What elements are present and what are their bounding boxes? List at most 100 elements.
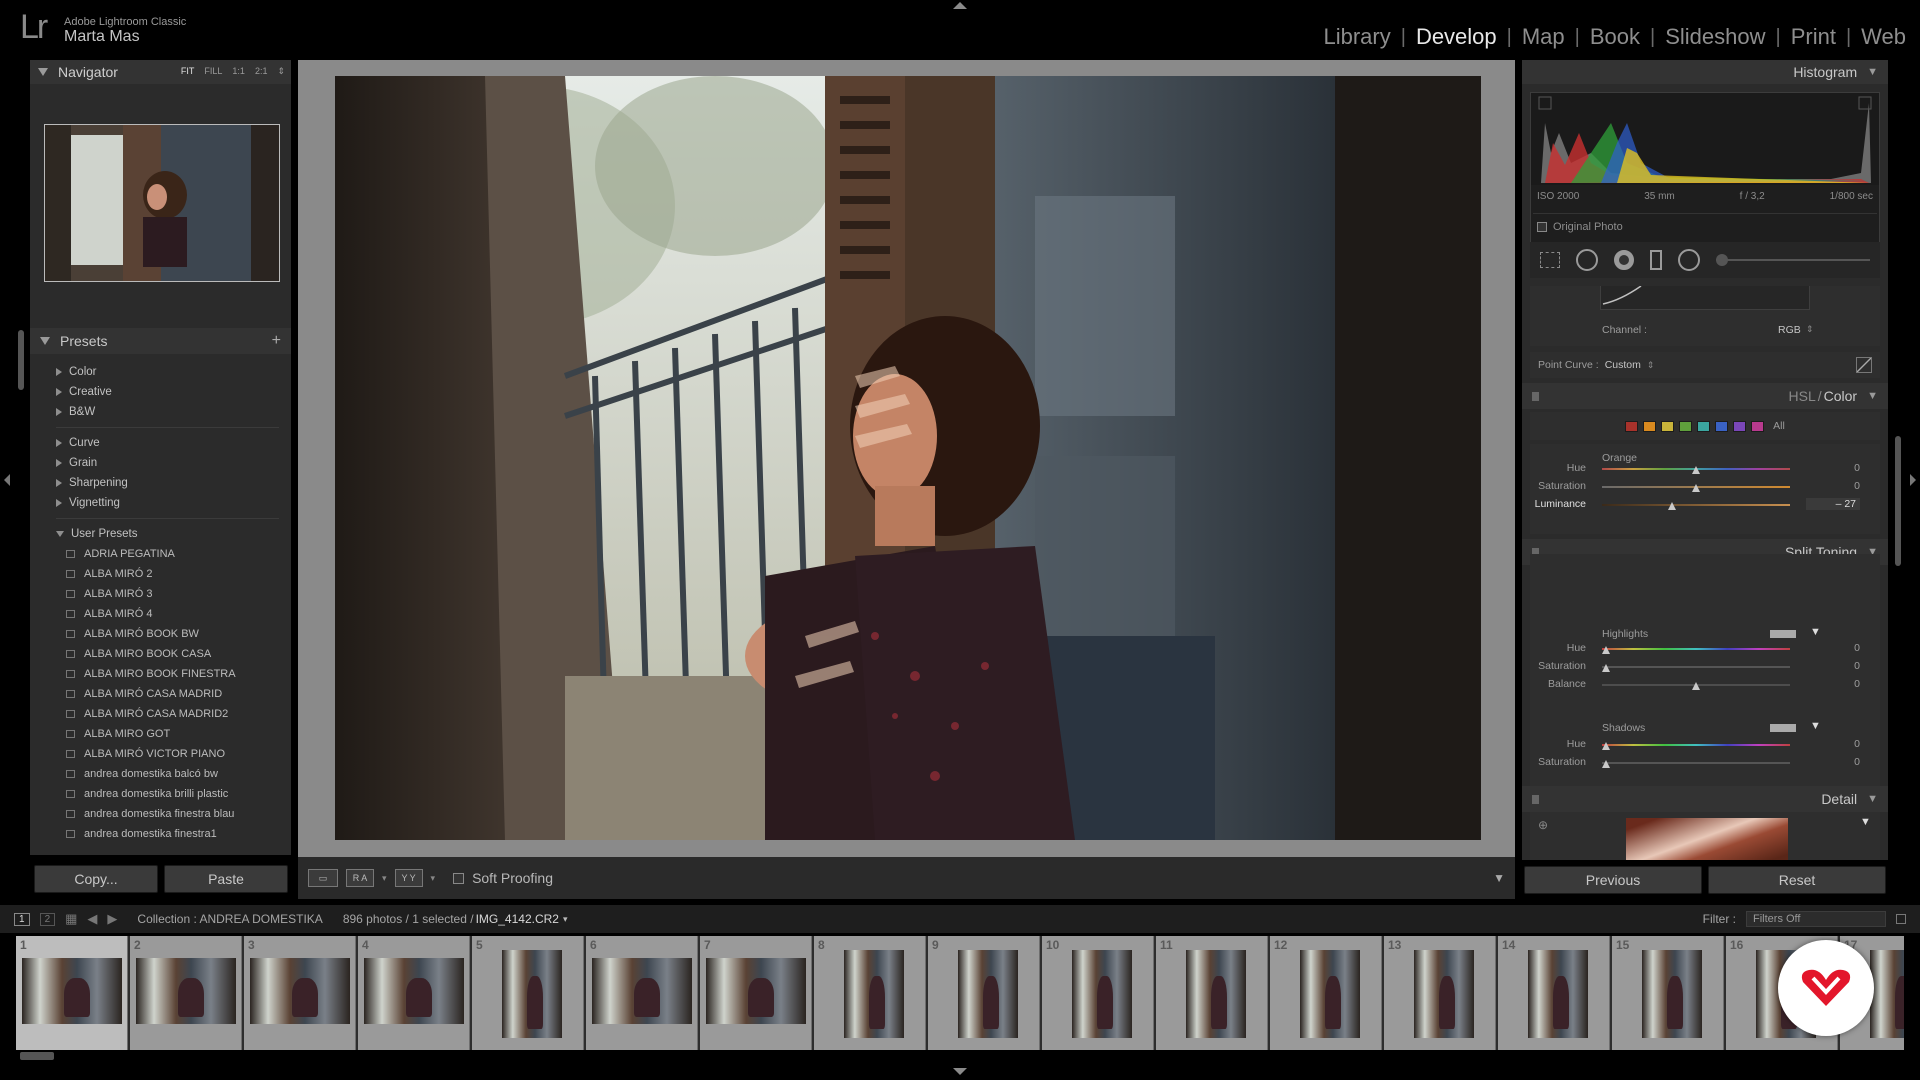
paste-button[interactable]: Paste	[164, 865, 288, 893]
filmstrip-thumbnail[interactable]: 10	[1042, 936, 1154, 1050]
user-presets-folder[interactable]: User Presets	[30, 524, 291, 544]
panel-toggle-switch-icon[interactable]	[1532, 794, 1539, 804]
collapse-triangle-icon[interactable]: ▼	[1867, 66, 1878, 78]
preset-folder[interactable]: B&W	[30, 402, 291, 422]
slider-thumb[interactable]	[1667, 502, 1676, 510]
user-preset-item[interactable]: andrea domestika finestra blau	[30, 804, 291, 824]
user-preset-item[interactable]: andrea domestika finestra1	[30, 824, 291, 844]
reset-button[interactable]: Reset	[1708, 866, 1886, 894]
module-slideshow[interactable]: Slideshow	[1655, 24, 1775, 50]
secondary-window-button[interactable]: 2	[39, 912, 56, 926]
filter-select[interactable]: Filters Off	[1746, 911, 1886, 927]
slider-value[interactable]: – 27	[1806, 498, 1860, 510]
collapse-triangle-icon[interactable]	[40, 337, 50, 345]
slider-thumb[interactable]	[1601, 760, 1610, 768]
before-after-left-right-button[interactable]: R A	[346, 869, 374, 887]
hsl-all-button[interactable]: All	[1773, 420, 1785, 432]
preset-folder[interactable]: Vignetting	[30, 493, 291, 513]
slider-track[interactable]	[1602, 648, 1790, 650]
filmstrip-thumbnail[interactable]: 4	[358, 936, 470, 1050]
hsl-swatch-7[interactable]	[1751, 420, 1765, 432]
hsl-swatch-4[interactable]	[1697, 420, 1711, 432]
slider-track[interactable]	[1602, 666, 1790, 668]
user-preset-item[interactable]: andrea domestika brilli plastic	[30, 784, 291, 804]
user-preset-item[interactable]: ALBA MIRÓ VICTOR PIANO	[30, 744, 291, 764]
filmstrip-thumbnail[interactable]: 12	[1270, 936, 1382, 1050]
highlights-color-swatch[interactable]	[1770, 630, 1796, 638]
user-preset-item[interactable]: andrea domestika balcó bw	[30, 764, 291, 784]
hsl-swatch-1[interactable]	[1643, 420, 1657, 432]
channel-chevron-icon[interactable]: ⇕	[1806, 324, 1814, 335]
slider-value[interactable]: 0	[1806, 480, 1860, 492]
shadows-picker-icon[interactable]: ▼	[1810, 720, 1821, 732]
zoom-option-fill[interactable]: FILL	[204, 66, 222, 77]
zoom-chevron-icon[interactable]: ⇕	[277, 66, 285, 77]
main-window-button[interactable]: 1	[14, 912, 30, 926]
filter-lock-icon[interactable]	[1896, 914, 1906, 924]
slider-value[interactable]: 0	[1806, 678, 1860, 690]
highlights-picker-icon[interactable]: ▼	[1810, 626, 1821, 638]
user-preset-item[interactable]: ADRIA PEGATINA	[30, 544, 291, 564]
channel-select[interactable]: RGB	[1778, 324, 1801, 336]
hsl-swatch-5[interactable]	[1715, 420, 1729, 432]
slider-thumb[interactable]	[1692, 484, 1700, 492]
filmstrip-thumbnail[interactable]: 1	[16, 936, 128, 1050]
point-curve-chevron-icon[interactable]: ⇕	[1647, 360, 1655, 371]
zoom-option-2-1[interactable]: 2:1	[255, 66, 268, 77]
spot-removal-icon[interactable]	[1576, 249, 1598, 271]
copy-button[interactable]: Copy...	[34, 865, 158, 893]
detail-menu-icon[interactable]: ▼	[1860, 816, 1871, 828]
slider-track[interactable]	[1602, 504, 1790, 506]
filmstrip-thumbnail[interactable]: 15	[1612, 936, 1724, 1050]
user-preset-item[interactable]: ALBA MIRO BOOK FINESTRA	[30, 664, 291, 684]
histogram-header[interactable]: Histogram ▼	[1522, 60, 1888, 84]
preset-folder[interactable]: Curve	[30, 433, 291, 453]
filmstrip-thumbnail[interactable]: 3	[244, 936, 356, 1050]
preset-folder[interactable]: Color	[30, 362, 291, 382]
detail-header[interactable]: Detail ▼	[1522, 786, 1888, 812]
selected-filename[interactable]: IMG_4142.CR2	[476, 912, 559, 926]
filmstrip-thumbnail[interactable]: 14	[1498, 936, 1610, 1050]
slider-value[interactable]: 0	[1806, 738, 1860, 750]
user-preset-item[interactable]: ALBA MIRÓ 3	[30, 584, 291, 604]
slider-thumb[interactable]	[1692, 466, 1700, 474]
hsl-title[interactable]: HSL	[1789, 388, 1816, 404]
filmstrip-thumbnail[interactable]: 7	[700, 936, 812, 1050]
forward-arrow-icon[interactable]: ▶	[107, 911, 117, 927]
presets-header[interactable]: Presets +	[30, 328, 291, 354]
graduated-filter-icon[interactable]	[1650, 250, 1662, 270]
slider-thumb[interactable]	[1601, 742, 1610, 750]
toolbar-menu-chevron-icon[interactable]: ▼	[1493, 871, 1505, 885]
module-map[interactable]: Map	[1512, 24, 1575, 50]
tone-curve-graph[interactable]	[1600, 285, 1810, 310]
hsl-swatch-6[interactable]	[1733, 420, 1747, 432]
filmstrip-thumbnail[interactable]: 5	[472, 936, 584, 1050]
radial-filter-icon[interactable]	[1678, 249, 1700, 271]
user-preset-item[interactable]: ALBA MIRÓ BOOK BW	[30, 624, 291, 644]
collapse-triangle-icon[interactable]: ▼	[1867, 793, 1878, 805]
right-panel-scrollbar[interactable]	[1895, 436, 1901, 566]
preset-folder[interactable]: Creative	[30, 382, 291, 402]
collapse-top-panel-icon[interactable]	[953, 2, 967, 9]
collection-source[interactable]: Collection : ANDREA DOMESTIKA	[137, 912, 322, 926]
panel-toggle-switch-icon[interactable]	[1532, 391, 1539, 401]
filmstrip-thumbnail[interactable]: 13	[1384, 936, 1496, 1050]
chevron-down-icon[interactable]: ▾	[382, 873, 387, 884]
crop-overlay-icon[interactable]	[1540, 252, 1560, 268]
shadows-color-swatch[interactable]	[1770, 724, 1796, 732]
user-preset-item[interactable]: ALBA MIRÓ 4	[30, 604, 291, 624]
collapse-right-panel-icon[interactable]	[1910, 474, 1916, 486]
left-panel-scrollbar[interactable]	[18, 330, 24, 390]
navigator-thumbnail[interactable]	[44, 124, 280, 282]
histogram-graph[interactable]	[1531, 93, 1879, 185]
add-preset-icon[interactable]: +	[272, 332, 281, 350]
back-arrow-icon[interactable]: ◀	[87, 911, 97, 927]
user-preset-item[interactable]: ALBA MIRÓ CASA MADRID2	[30, 704, 291, 724]
collapse-triangle-icon[interactable]: ▼	[1867, 390, 1878, 402]
previous-button[interactable]: Previous	[1524, 866, 1702, 894]
zoom-option-1-1[interactable]: 1:1	[232, 66, 245, 77]
before-after-swap-button[interactable]: Y Y	[394, 869, 423, 887]
slider-value[interactable]: 0	[1806, 462, 1860, 474]
slider-track[interactable]	[1602, 744, 1790, 746]
point-curve-select[interactable]: Custom	[1605, 359, 1641, 371]
